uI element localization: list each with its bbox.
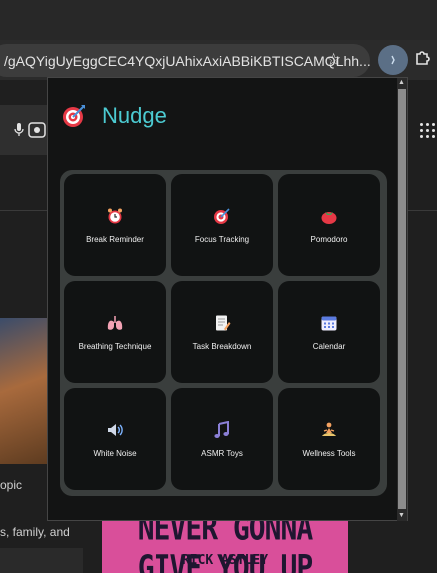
url-text: /gAQYigUyEggCEC4YQxjUAhixAxiABBiKBTISCAM…	[4, 53, 371, 69]
microphone-icon[interactable]	[14, 122, 24, 138]
wellness-tools-label: Wellness Tools	[302, 448, 356, 458]
calendar-icon	[321, 316, 337, 330]
feature-grid: Break Reminder Focus Tracking Pomodoro B…	[60, 170, 387, 496]
music-notes-icon	[214, 420, 229, 438]
popup-title: Nudge	[102, 103, 167, 128]
breathing-technique-label: Breathing Technique	[78, 341, 152, 351]
speaker-icon	[108, 423, 123, 436]
meditation-icon	[322, 422, 336, 436]
puzzle-icon[interactable]	[414, 48, 432, 71]
extension-icon	[391, 55, 395, 65]
task-breakdown-button[interactable]: Task Breakdown	[171, 281, 273, 383]
white-noise-label: White Noise	[93, 448, 137, 458]
asmr-toys-label: ASMR Toys	[201, 448, 243, 458]
star-icon[interactable]: ☆	[326, 50, 341, 70]
result-card-fragment	[0, 548, 83, 573]
browser-top-strip	[0, 0, 437, 40]
scrollbar-thumb[interactable]	[398, 89, 406, 509]
target-dart-icon	[214, 207, 230, 224]
popup-scrollbar[interactable]: ▲ ▼	[397, 78, 407, 521]
popup-header: Nudge	[61, 103, 167, 129]
memo-icon	[216, 315, 231, 330]
extension-button[interactable]	[378, 45, 408, 75]
task-breakdown-label: Task Breakdown	[192, 341, 252, 351]
break-reminder-button[interactable]: Break Reminder	[64, 174, 166, 276]
video-thumbnail-right[interactable]: NEVER GONNA GIVE YOU UP RICK ASTLEY	[102, 513, 348, 573]
pomodoro-label: Pomodoro	[310, 234, 348, 244]
thumbnail-artist: RICK ASTLEY	[181, 553, 269, 568]
lens-icon[interactable]	[28, 122, 46, 138]
calendar-label: Calendar	[312, 341, 346, 351]
calendar-button[interactable]: Calendar	[278, 281, 380, 383]
scroll-up-arrow-icon[interactable]: ▲	[398, 79, 405, 86]
asmr-toys-button[interactable]: ASMR Toys	[171, 388, 273, 490]
address-bar[interactable]: /gAQYigUyEggCEC4YQxjUAhixAxiABBiKBTISCAM…	[0, 44, 371, 77]
wellness-tools-button[interactable]: Wellness Tools	[278, 388, 380, 490]
break-reminder-label: Break Reminder	[86, 234, 144, 244]
target-dart-icon	[63, 105, 85, 127]
white-noise-button[interactable]: White Noise	[64, 388, 166, 490]
lungs-icon	[107, 315, 123, 330]
pomodoro-button[interactable]: Pomodoro	[278, 174, 380, 276]
result-snippet: s, family, and	[0, 525, 70, 539]
alarm-clock-icon	[108, 208, 122, 223]
scroll-down-arrow-icon[interactable]: ▼	[398, 512, 405, 519]
apps-grid-icon[interactable]	[420, 123, 437, 141]
result-snippet: opic	[0, 478, 23, 492]
extension-popup: Nudge Break Reminder Focus Tracking Pomo…	[47, 77, 408, 521]
focus-tracking-label: Focus Tracking	[194, 234, 250, 244]
focus-tracking-button[interactable]: Focus Tracking	[171, 174, 273, 276]
breathing-technique-button[interactable]: Breathing Technique	[64, 281, 166, 383]
tomato-icon	[321, 211, 337, 224]
